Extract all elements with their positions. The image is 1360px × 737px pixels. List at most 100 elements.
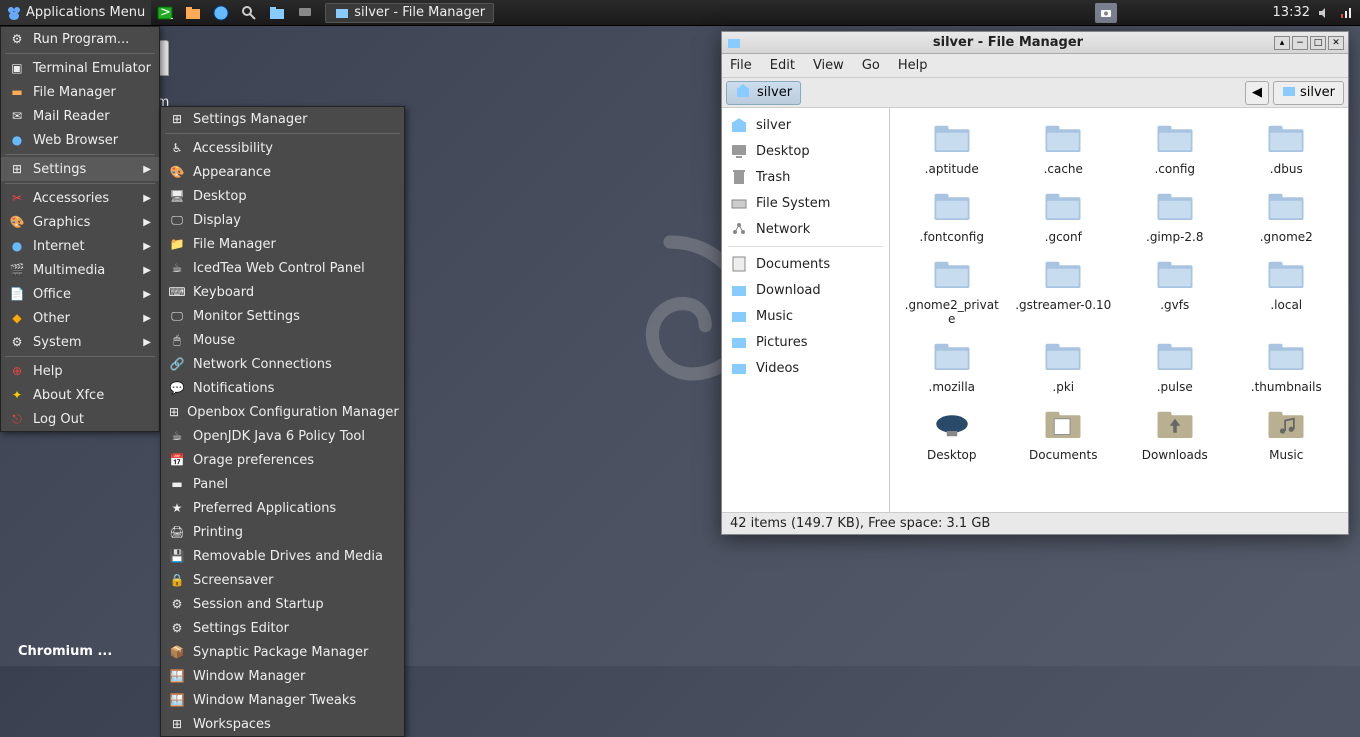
menu-internet[interactable]: ●Internet▶ bbox=[1, 234, 159, 258]
file-item[interactable]: Music bbox=[1233, 402, 1341, 466]
menu-multimedia[interactable]: 🎬Multimedia▶ bbox=[1, 258, 159, 282]
sidebar-documents[interactable]: Documents bbox=[722, 251, 889, 277]
file-item[interactable]: .pulse bbox=[1121, 334, 1229, 398]
submenu-item[interactable]: 📦Synaptic Package Manager bbox=[161, 640, 404, 664]
network-icon[interactable] bbox=[1338, 5, 1354, 21]
submenu-item[interactable]: 🖵Display bbox=[161, 208, 404, 232]
menu-go[interactable]: Go bbox=[862, 58, 880, 73]
window-maximize-button[interactable]: □ bbox=[1310, 36, 1326, 50]
submenu-item[interactable]: ⌨Keyboard bbox=[161, 280, 404, 304]
file-item[interactable]: .cache bbox=[1010, 116, 1118, 180]
submenu-item[interactable]: 🖵Monitor Settings bbox=[161, 304, 404, 328]
submenu-item[interactable]: 💾Removable Drives and Media bbox=[161, 544, 404, 568]
submenu-item[interactable]: ☕OpenJDK Java 6 Policy Tool bbox=[161, 424, 404, 448]
file-item[interactable]: .local bbox=[1233, 252, 1341, 330]
menu-help[interactable]: Help bbox=[898, 58, 928, 73]
dock-item-chromium[interactable]: Chromium ... bbox=[10, 640, 120, 663]
submenu-item[interactable]: 📁File Manager bbox=[161, 232, 404, 256]
submenu-item[interactable]: 🪟Window Manager Tweaks bbox=[161, 688, 404, 712]
menu-web[interactable]: ●Web Browser bbox=[1, 128, 159, 152]
submenu-item[interactable]: 🖨Printing bbox=[161, 520, 404, 544]
file-manager-menubar: File Edit View Go Help bbox=[722, 54, 1348, 78]
submenu-item[interactable]: ♿Accessibility bbox=[161, 136, 404, 160]
submenu-item[interactable]: 🎨Appearance bbox=[161, 160, 404, 184]
file-item[interactable]: .gimp-2.8 bbox=[1121, 184, 1229, 248]
file-manager-content[interactable]: .aptitude.cache.config.dbus.fontconfig.g… bbox=[890, 108, 1348, 512]
submenu-item[interactable]: ☕IcedTea Web Control Panel bbox=[161, 256, 404, 280]
menu-about[interactable]: ✦About Xfce bbox=[1, 383, 159, 407]
submenu-item[interactable]: 🖱Mouse bbox=[161, 328, 404, 352]
breadcrumb-item[interactable]: silver bbox=[1273, 81, 1344, 105]
submenu-item[interactable]: ⚙Session and Startup bbox=[161, 592, 404, 616]
file-item[interactable]: Documents bbox=[1010, 402, 1118, 466]
submenu-item[interactable]: 💬Notifications bbox=[161, 376, 404, 400]
sidebar-network[interactable]: Network bbox=[722, 216, 889, 242]
file-item[interactable]: .mozilla bbox=[898, 334, 1006, 398]
window-minimize-button[interactable]: − bbox=[1292, 36, 1308, 50]
taskbar-item-filemanager[interactable]: silver - File Manager bbox=[325, 3, 494, 23]
submenu-item[interactable]: 🪟Window Manager bbox=[161, 664, 404, 688]
file-item[interactable]: Downloads bbox=[1121, 402, 1229, 466]
file-item[interactable]: .aptitude bbox=[898, 116, 1006, 180]
submenu-item[interactable]: 📅Orage preferences bbox=[161, 448, 404, 472]
submenu-item[interactable]: ▬Panel bbox=[161, 472, 404, 496]
sidebar-videos[interactable]: Videos bbox=[722, 355, 889, 381]
submenu-item[interactable]: 🔗Network Connections bbox=[161, 352, 404, 376]
window-shade-button[interactable]: ▴ bbox=[1274, 36, 1290, 50]
file-item[interactable]: .gvfs bbox=[1121, 252, 1229, 330]
menu-terminal[interactable]: ▣Terminal Emulator bbox=[1, 56, 159, 80]
submenu-item[interactable]: 🖥Desktop bbox=[161, 184, 404, 208]
submenu-item[interactable]: ★Preferred Applications bbox=[161, 496, 404, 520]
file-item[interactable]: .gconf bbox=[1010, 184, 1118, 248]
window-close-button[interactable]: ✕ bbox=[1328, 36, 1344, 50]
sidebar-pictures[interactable]: Pictures bbox=[722, 329, 889, 355]
applications-menu-button[interactable]: Applications Menu bbox=[0, 0, 151, 25]
file-item[interactable]: Desktop bbox=[898, 402, 1006, 466]
menu-office[interactable]: 📄Office▶ bbox=[1, 282, 159, 306]
back-button[interactable]: ◀ bbox=[1245, 81, 1269, 105]
sidebar-desktop[interactable]: Desktop bbox=[722, 138, 889, 164]
sidebar-trash[interactable]: Trash bbox=[722, 164, 889, 190]
clock[interactable]: 13:32 bbox=[1273, 5, 1310, 20]
tray-camera-icon[interactable] bbox=[1095, 3, 1117, 23]
menu-edit[interactable]: Edit bbox=[770, 58, 795, 73]
sidebar-filesystem[interactable]: File System bbox=[722, 190, 889, 216]
menu-logout[interactable]: ⎋Log Out bbox=[1, 407, 159, 431]
launcher-display[interactable] bbox=[291, 0, 319, 25]
file-item[interactable]: .gnome2 bbox=[1233, 184, 1341, 248]
file-item[interactable]: .thumbnails bbox=[1233, 334, 1341, 398]
menu-graphics[interactable]: 🎨Graphics▶ bbox=[1, 210, 159, 234]
file-item[interactable]: .gstreamer-0.10 bbox=[1010, 252, 1118, 330]
menu-settings-manager[interactable]: ⊞Settings Manager bbox=[161, 107, 404, 131]
location-bar[interactable]: silver bbox=[726, 81, 801, 105]
launcher-files[interactable] bbox=[179, 0, 207, 25]
launcher-search[interactable] bbox=[235, 0, 263, 25]
menu-settings[interactable]: ⊞Settings▶ bbox=[1, 157, 159, 181]
launcher-web[interactable] bbox=[207, 0, 235, 25]
launcher-folder2[interactable] bbox=[263, 0, 291, 25]
sidebar-home[interactable]: silver bbox=[722, 112, 889, 138]
volume-icon[interactable] bbox=[1316, 5, 1332, 21]
menu-accessories[interactable]: ✂Accessories▶ bbox=[1, 186, 159, 210]
file-item[interactable]: .fontconfig bbox=[898, 184, 1006, 248]
menu-filemanager[interactable]: ▬File Manager bbox=[1, 80, 159, 104]
submenu-item[interactable]: ⊞Openbox Configuration Manager bbox=[161, 400, 404, 424]
file-item[interactable]: .gnome2_private bbox=[898, 252, 1006, 330]
submenu-item[interactable]: ⊞Workspaces bbox=[161, 712, 404, 736]
menu-other[interactable]: ◆Other▶ bbox=[1, 306, 159, 330]
sidebar-download[interactable]: Download bbox=[722, 277, 889, 303]
menu-help[interactable]: ⊕Help bbox=[1, 359, 159, 383]
menu-view[interactable]: View bbox=[813, 58, 844, 73]
menu-run-program[interactable]: ⚙Run Program... bbox=[1, 27, 159, 51]
sidebar-music[interactable]: Music bbox=[722, 303, 889, 329]
menu-mail[interactable]: ✉Mail Reader bbox=[1, 104, 159, 128]
submenu-item[interactable]: 🔒Screensaver bbox=[161, 568, 404, 592]
launcher-terminal[interactable]: >_ bbox=[151, 0, 179, 25]
menu-file[interactable]: File bbox=[730, 58, 752, 73]
menu-system[interactable]: ⚙System▶ bbox=[1, 330, 159, 354]
file-item[interactable]: .config bbox=[1121, 116, 1229, 180]
window-titlebar[interactable]: silver - File Manager ▴ − □ ✕ bbox=[722, 32, 1348, 54]
file-item[interactable]: .pki bbox=[1010, 334, 1118, 398]
file-item[interactable]: .dbus bbox=[1233, 116, 1341, 180]
submenu-item[interactable]: ⚙Settings Editor bbox=[161, 616, 404, 640]
